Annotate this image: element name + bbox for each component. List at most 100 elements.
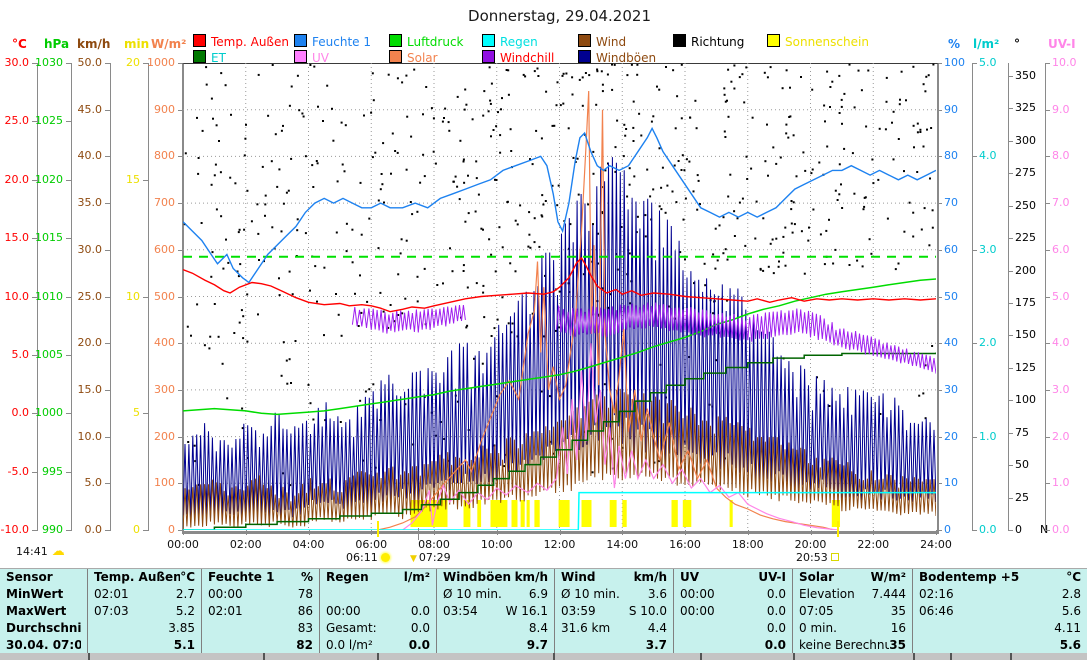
table-row-label: Sensor <box>6 569 81 586</box>
x-axis-tick <box>622 530 623 535</box>
cell-value: 0.0 <box>767 603 786 620</box>
solar-tick-label: 400 <box>125 336 175 349</box>
x-axis-tick-label: 20:00 <box>789 538 833 551</box>
sunshine-tick <box>143 413 148 414</box>
cloud-marker: 14:41 ☁ <box>16 544 65 559</box>
table-cell-row: 00:000.0 <box>680 603 786 620</box>
rain-tick <box>972 343 977 344</box>
direction-tick-label: 0 <box>1015 523 1022 536</box>
wind-tick-label: 30.0 <box>52 243 102 256</box>
uv-tick-label: 9.0 <box>1052 103 1070 116</box>
solar-tick-label: 100 <box>125 476 175 489</box>
cell-value: 3.6 <box>648 586 667 603</box>
strip-tick <box>263 653 265 660</box>
cell-value: 2.7 <box>176 586 195 603</box>
direction-tick-label: 125 <box>1015 361 1036 374</box>
pressure-tick <box>66 180 71 181</box>
table-column-windb-en: Windböenkm/hØ 10 min.6.903:54W 16.18.49.… <box>437 569 555 654</box>
cell-label: 0.0 l/m² <box>326 637 373 654</box>
wind-tick <box>105 203 110 204</box>
cloud-marker-time: 14:41 <box>16 545 48 558</box>
legend-item-uv: UV <box>294 50 329 63</box>
solar-tick-label: 800 <box>125 149 175 162</box>
cell-label: 06:46 <box>919 603 954 620</box>
legend-label: Feuchte 1 <box>312 35 371 49</box>
direction-tick-label: 275 <box>1015 166 1036 179</box>
cell-label: 02:01 <box>94 586 129 603</box>
legend-label: Regen <box>500 35 538 49</box>
direction-tick-label: 50 <box>1015 458 1029 471</box>
table-cell-row: 5.6 <box>919 637 1081 654</box>
bottom-strip <box>0 653 1087 660</box>
uv-tick <box>1045 110 1050 111</box>
legend-label: Wind <box>596 35 626 49</box>
cell-value: 0.0 <box>767 620 786 637</box>
pressure-tick <box>66 121 71 122</box>
solar-tick-label: 900 <box>125 103 175 116</box>
direction-tick-label: 75 <box>1015 426 1029 439</box>
wind-tick-label: 35.0 <box>52 196 102 209</box>
cell-label: Elevation <box>799 586 855 603</box>
table-column-header: Windkm/h <box>561 569 667 586</box>
legend-swatch <box>767 34 780 47</box>
wind-axis-label: km/h <box>77 37 110 51</box>
wind-tick <box>105 156 110 157</box>
pressure-tick <box>66 355 71 356</box>
table-column-header: Windböenkm/h <box>443 569 548 586</box>
uv-tick-label: 0.0 <box>1052 523 1070 536</box>
humidity-tick-label: 30 <box>944 383 958 396</box>
x-axis-tick-label: 18:00 <box>726 538 770 551</box>
strip-tick <box>1010 653 1012 660</box>
table-column-header: Regenl/m² <box>326 569 430 586</box>
wind-tick-label: 15.0 <box>52 383 102 396</box>
uv-tick-label: 5.0 <box>1052 290 1070 303</box>
pressure-tick-label: 1020 <box>13 173 63 186</box>
solar-tick-label: 700 <box>125 196 175 209</box>
strip-tick <box>793 653 795 660</box>
column-name: Feuchte 1 <box>208 569 274 586</box>
rain-tick-label: 0.0 <box>979 523 997 536</box>
cell-label: 31.6 km <box>561 620 610 637</box>
legend-label: Temp. Außen <box>211 35 289 49</box>
x-axis-tick <box>936 530 937 535</box>
direction-tick <box>1008 141 1013 142</box>
direction-tick <box>1008 530 1013 531</box>
cell-value: 9.7 <box>527 637 548 654</box>
cloud-icon: ☁ <box>52 544 65 559</box>
solar-tick-label: 200 <box>125 430 175 443</box>
strip-tick <box>913 653 915 660</box>
direction-tick <box>1008 303 1013 304</box>
wind-tick-label: 20.0 <box>52 336 102 349</box>
legend-label: Luftdruck <box>407 35 464 49</box>
column-name: Bodentemp +5 <box>919 569 1019 586</box>
sun-icon <box>381 553 390 562</box>
stats-table: SensorMinWertMaxWertDurchschnitt30.04. 0… <box>0 568 1087 654</box>
table-cell-row: 0.0 l/m²0.0 <box>326 637 430 654</box>
table-cell-row: Elevation 7.444 <box>799 586 906 603</box>
uv-tick <box>1045 156 1050 157</box>
rain-tick <box>972 530 977 531</box>
table-row-label: 30.04. 07:06 <box>6 637 81 654</box>
cell-value: 7.444 <box>872 586 906 603</box>
cell-value: 5.6 <box>1060 637 1081 654</box>
solar-tick-label: 0 <box>125 523 175 536</box>
table-row-label: Durchschnitt <box>6 620 81 637</box>
x-axis-tick-label: 24:00 <box>914 538 958 551</box>
uv-tick <box>1045 530 1050 531</box>
wind-tick <box>105 483 110 484</box>
humidity-tick-label: 100 <box>944 56 965 69</box>
table-cell-row: 00:0078 <box>208 586 313 603</box>
direction-tick-label: 150 <box>1015 328 1036 341</box>
cell-value: 6.9 <box>529 586 548 603</box>
table-row-label: MaxWert <box>6 603 81 620</box>
wind-tick <box>105 250 110 251</box>
legend-swatch <box>294 34 307 47</box>
cell-label: 03:59 <box>561 603 596 620</box>
x-axis-tick <box>748 530 749 535</box>
cell-label: 07:03 <box>94 603 129 620</box>
cell-value: S 10.0 <box>629 603 667 620</box>
table-column-header: SolarW/m² <box>799 569 906 586</box>
humidity-tick-label: 40 <box>944 336 958 349</box>
table-cell-row: 06:465.6 <box>919 603 1081 620</box>
cell-value: 3.7 <box>646 637 667 654</box>
